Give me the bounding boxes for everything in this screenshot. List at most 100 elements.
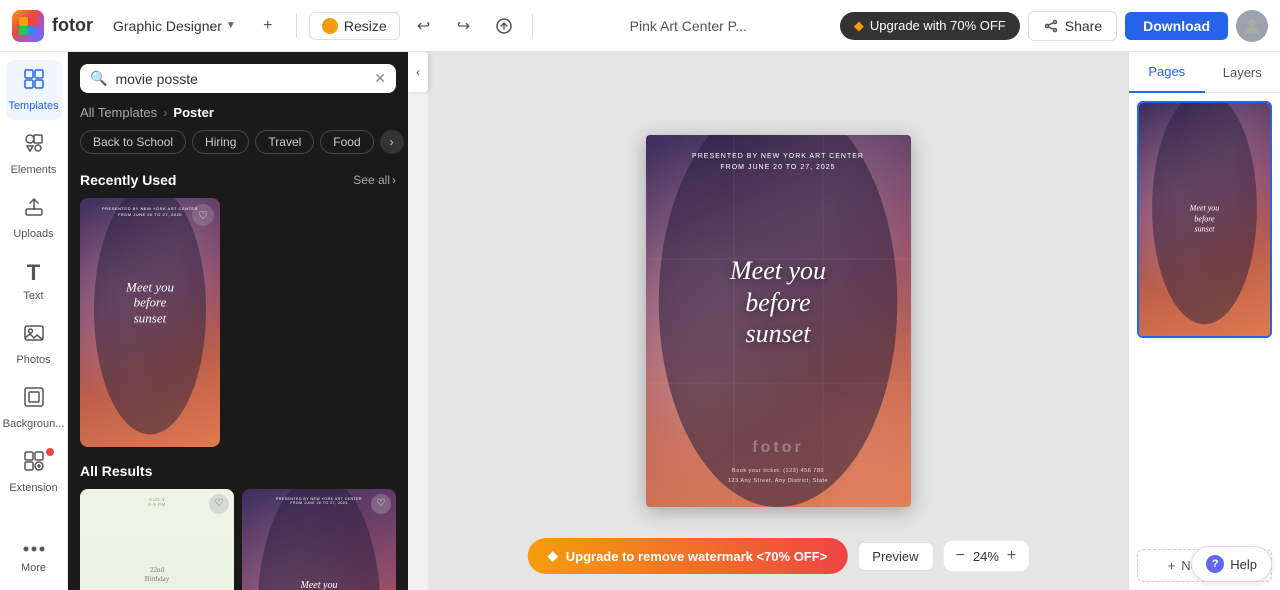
redo-button[interactable]: ↪ (448, 10, 480, 42)
undo-button[interactable]: ↩ (408, 10, 440, 42)
sidebar-item-text-label: Text (23, 290, 43, 302)
search-icon: 🔍 (90, 70, 107, 87)
heart-icon-result-2[interactable]: ♡ (371, 494, 391, 514)
preview-button[interactable]: Preview (857, 542, 933, 571)
filter-tag-food[interactable]: Food (320, 130, 373, 154)
sidebar-item-extension[interactable]: Extension (6, 442, 62, 502)
sidebar-item-photos[interactable]: Photos (6, 314, 62, 374)
breadcrumb-separator: › (163, 105, 167, 120)
filter-more-arrow[interactable]: › (380, 130, 404, 154)
sidebar-item-more-label: More (21, 562, 46, 574)
notification-dot (46, 448, 54, 456)
clear-icon[interactable]: ✕ (374, 70, 386, 87)
search-input[interactable] (115, 71, 366, 87)
recently-used-grid: PRESENTED BY NEW YORK ART CENTERFROM JUN… (80, 198, 396, 447)
photos-icon (23, 322, 45, 350)
sidebar-item-text[interactable]: T Text (6, 252, 62, 310)
upgrade-button[interactable]: ◆ Upgrade with 70% OFF (840, 12, 1020, 40)
uploads-icon (23, 196, 45, 224)
help-button[interactable]: ? Help (1191, 546, 1272, 582)
help-icon: ? (1206, 555, 1224, 573)
sidebar: Templates Elements Uploads T Text (0, 52, 68, 590)
zoom-level: 24% (973, 549, 999, 564)
page-thumb-1[interactable]: Meet you before sunset (1137, 101, 1272, 338)
help-label: Help (1230, 557, 1257, 572)
sidebar-item-elements[interactable]: Elements (6, 124, 62, 184)
share-button[interactable]: Share (1028, 11, 1117, 41)
canvas-poster[interactable]: PRESENTED BY NEW YORK ART CENTER FROM JU… (646, 135, 911, 507)
see-all-button[interactable]: See all › (353, 173, 396, 187)
tab-layers[interactable]: Layers (1205, 52, 1280, 92)
recently-used-header: Recently Used See all › (80, 172, 396, 188)
result-template-2[interactable]: PRESENTED BY NEW YORK ART CENTERFROM JUN… (242, 489, 396, 590)
recently-used-title: Recently Used (80, 172, 176, 188)
resize-label: Resize (344, 18, 387, 34)
filter-tag-travel[interactable]: Travel (255, 130, 314, 154)
designer-label: Graphic Designer (113, 18, 222, 34)
watermark-bar: ◆ Upgrade to remove watermark <70% OFF> … (528, 538, 1029, 574)
tab-pages[interactable]: Pages (1129, 52, 1205, 93)
avatar[interactable] (1236, 10, 1268, 42)
filter-tags-bar: Back to School Hiring Travel Food › (68, 130, 408, 164)
extension-icon (23, 450, 45, 478)
sidebar-item-extension-label: Extension (9, 482, 57, 494)
separator-2 (532, 14, 533, 38)
download-button[interactable]: Download (1125, 12, 1228, 40)
plus-icon: + (1168, 558, 1176, 573)
right-panel: Pages Layers Meet you before sunset + Ne… (1128, 52, 1280, 590)
zoom-out-button[interactable]: − (956, 547, 965, 565)
sidebar-item-templates[interactable]: Templates (6, 60, 62, 120)
elements-icon (23, 132, 45, 160)
zoom-controls: − 24% + (944, 541, 1029, 571)
breadcrumb-parent[interactable]: All Templates (80, 105, 157, 120)
upgrade-watermark-button[interactable]: ◆ Upgrade to remove watermark <70% OFF> (528, 538, 848, 574)
right-panel-tabs: Pages Layers (1129, 52, 1280, 93)
recent-template-1[interactable]: PRESENTED BY NEW YORK ART CENTERFROM JUN… (80, 198, 220, 447)
separator-1 (296, 14, 297, 38)
upgrade-label: Upgrade with 70% OFF (870, 18, 1006, 33)
diamond-icon: ◆ (854, 18, 864, 34)
all-results-title: All Results (80, 463, 152, 479)
filter-tag-back-to-school[interactable]: Back to School (80, 130, 186, 154)
poster-watermark: fotor (752, 439, 803, 457)
designer-button[interactable]: Graphic Designer ▼ (105, 14, 244, 38)
templates-icon (23, 68, 45, 96)
breadcrumb: All Templates › Poster (68, 105, 408, 130)
heart-icon-result-1[interactable]: ♡ (209, 494, 229, 514)
resize-button[interactable]: Resize (309, 12, 400, 40)
chevron-down-icon: ▼ (226, 20, 236, 31)
sidebar-item-uploads-label: Uploads (13, 228, 53, 240)
add-page-button[interactable]: + (252, 10, 284, 42)
panel-collapse-arrow[interactable]: ‹ (408, 52, 428, 92)
zoom-in-button[interactable]: + (1007, 547, 1016, 565)
pages-panel: Meet you before sunset (1129, 93, 1280, 541)
resize-icon (322, 18, 338, 34)
heart-icon-recent-1[interactable]: ♡ (192, 204, 214, 226)
breadcrumb-current: Poster (173, 105, 213, 120)
app-name: fotor (52, 15, 93, 36)
result-template-1[interactable]: AUG 85-9 PM 22ndBirthday 🌿 ♡ (80, 489, 234, 590)
search-bar: 🔍 ✕ (80, 64, 396, 93)
diamond-icon-2: ◆ (548, 548, 558, 564)
app-logo[interactable] (12, 10, 44, 42)
poster-main-text: Meet you before sunset (730, 256, 826, 350)
sidebar-item-uploads[interactable]: Uploads (6, 188, 62, 248)
document-title[interactable]: Pink Art Center P... (545, 18, 832, 34)
text-icon: T (27, 260, 40, 286)
sidebar-item-templates-label: Templates (8, 100, 58, 112)
filter-tag-hiring[interactable]: Hiring (192, 130, 249, 154)
share-label: Share (1065, 18, 1102, 34)
sidebar-item-elements-label: Elements (11, 164, 57, 176)
poster-text-top: PRESENTED BY NEW YORK ART CENTER FROM JU… (646, 151, 911, 173)
main-layout: Templates Elements Uploads T Text (0, 52, 1280, 590)
upload-button[interactable] (488, 10, 520, 42)
templates-panel: 🔍 ✕ All Templates › Poster Back to Schoo… (68, 52, 408, 590)
sidebar-item-backgrounds[interactable]: Backgroun... (6, 378, 62, 438)
sidebar-item-backgrounds-label: Backgroun... (3, 418, 65, 430)
thumb-text: Meet you before sunset (1190, 204, 1220, 235)
sidebar-item-more[interactable]: More (6, 527, 62, 582)
all-results-header: All Results (80, 463, 396, 479)
canvas-area: PRESENTED BY NEW YORK ART CENTER FROM JU… (428, 52, 1128, 590)
topbar: fotor Graphic Designer ▼ + Resize ↩ ↪ Pi… (0, 0, 1280, 52)
more-icon (23, 535, 45, 558)
